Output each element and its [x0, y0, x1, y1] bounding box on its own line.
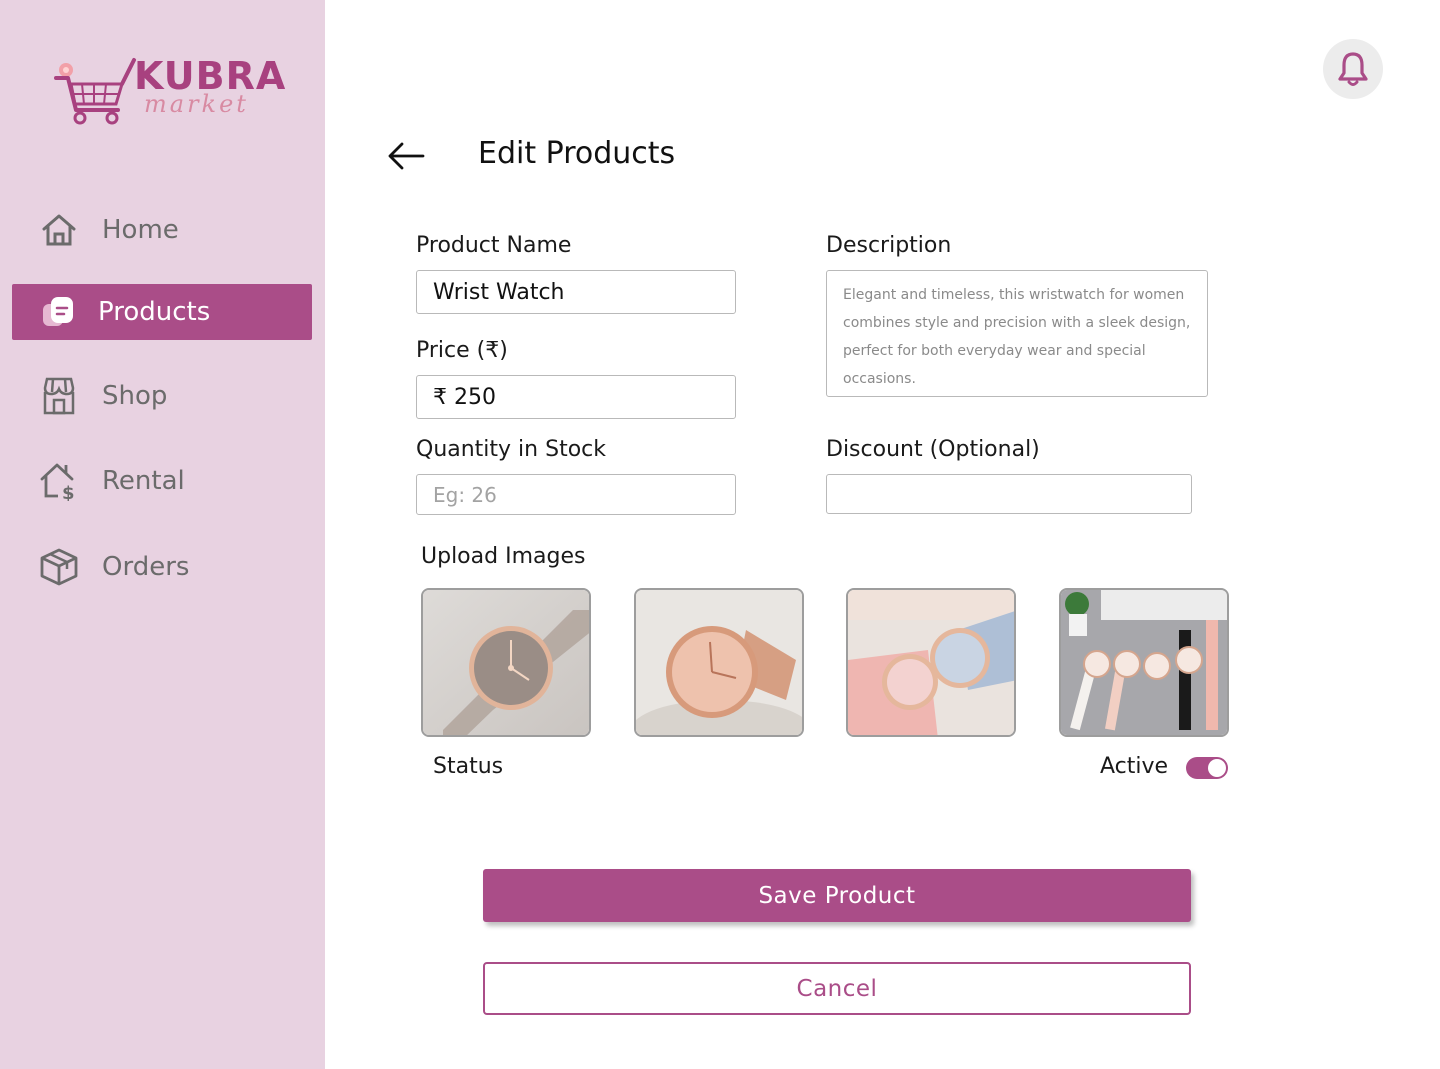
active-label: Active [1100, 754, 1169, 779]
sidebar-item-orders[interactable]: Orders [12, 539, 312, 595]
status-toggle[interactable] [1186, 757, 1228, 779]
shopping-cart-icon [54, 58, 136, 125]
price-label: Price (₹) [416, 338, 508, 363]
cancel-button[interactable]: Cancel [483, 962, 1191, 1015]
sidebar-item-label: Products [98, 297, 211, 327]
sidebar: KUBRA market Home Products Shop $ Rental… [0, 0, 325, 1069]
save-product-button[interactable]: Save Product [483, 869, 1191, 922]
sidebar-item-label: Rental [102, 466, 185, 496]
rental-icon: $ [39, 461, 79, 501]
notification-button[interactable] [1323, 39, 1383, 99]
watch-image-3[interactable] [846, 588, 1016, 737]
product-name-label: Product Name [416, 233, 572, 258]
sidebar-item-label: Orders [102, 552, 190, 582]
shop-icon [39, 376, 79, 416]
sidebar-item-shop[interactable]: Shop [12, 368, 312, 424]
description-label: Description [826, 233, 952, 258]
sidebar-item-rental[interactable]: $ Rental [12, 453, 312, 509]
price-input[interactable]: ₹ 250 [416, 375, 736, 419]
sidebar-item-home[interactable]: Home [12, 202, 312, 258]
bell-icon [1338, 52, 1368, 86]
brand-tagline: market [144, 90, 249, 118]
sidebar-item-label: Home [102, 215, 179, 245]
quantity-label: Quantity in Stock [416, 437, 606, 462]
svg-text:$: $ [62, 483, 75, 501]
sidebar-item-label: Shop [102, 381, 168, 411]
home-icon [39, 210, 79, 250]
discount-input[interactable] [826, 474, 1192, 514]
brand-logo[interactable]: KUBRA market [52, 52, 285, 132]
product-name-input[interactable]: Wrist Watch [416, 270, 736, 314]
arrow-left-icon [388, 142, 425, 170]
sidebar-item-products[interactable]: Products [12, 284, 312, 340]
status-label: Status [433, 754, 504, 779]
toggle-knob [1208, 759, 1226, 777]
orders-icon [39, 547, 79, 587]
upload-images-label: Upload Images [421, 544, 586, 569]
quantity-input[interactable]: Eg: 26 [416, 474, 736, 515]
page-title: Edit Products [478, 136, 676, 171]
back-button[interactable] [386, 136, 428, 176]
watch-image-2[interactable] [634, 588, 804, 737]
discount-label: Discount (Optional) [826, 437, 1040, 462]
description-textarea[interactable]: Elegant and timeless, this wristwatch fo… [826, 270, 1208, 397]
watch-image-1[interactable] [421, 588, 591, 737]
products-icon [39, 292, 79, 332]
watch-image-4[interactable] [1059, 588, 1229, 737]
